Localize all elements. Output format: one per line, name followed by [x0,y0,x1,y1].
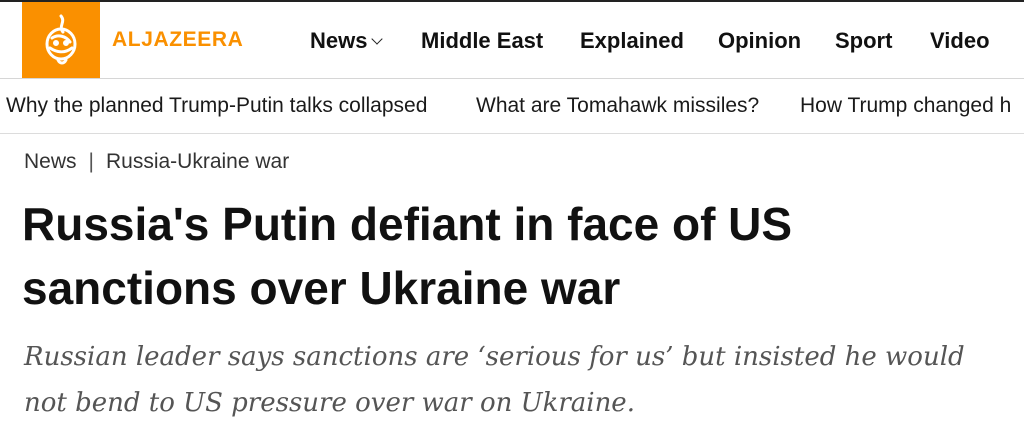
trending-link[interactable]: Why the planned Trump-Putin talks collap… [6,94,427,118]
nav-news[interactable]: News [310,28,384,54]
breadcrumb-news[interactable]: News [24,150,77,173]
trending-link[interactable]: How Trump changed h [800,94,1011,118]
nav-explained[interactable]: Explained [580,28,684,54]
brand-name[interactable]: ALJAZEERA [112,28,243,52]
headline-line: Russia's Putin defiant in face of US [22,198,793,250]
subhead-line: not bend to US pressure over war on Ukra… [24,388,635,418]
aljazeera-logo-icon [45,14,77,65]
nav-opinion[interactable]: Opinion [718,28,801,54]
logo[interactable] [22,2,100,78]
breadcrumb: News | Russia-Ukraine war [24,150,289,174]
site-header: ALJAZEERA News Middle East Explained Opi… [0,2,1024,79]
subhead-line: Russian leader says sanctions are ‘serio… [24,342,965,372]
trending-bar: Why the planned Trump-Putin talks collap… [0,79,1024,134]
breadcrumb-separator: | [88,150,94,173]
nav-news-label: News [310,28,368,53]
article-headline: Russia's Putin defiant in face of US san… [22,192,1012,320]
breadcrumb-topic[interactable]: Russia-Ukraine war [106,150,289,173]
nav-sport[interactable]: Sport [835,28,892,54]
article-subheadline: Russian leader says sanctions are ‘serio… [24,334,1014,426]
headline-line: sanctions over Ukraine war [22,262,621,314]
nav-middle-east[interactable]: Middle East [421,28,543,54]
nav-video[interactable]: Video [930,28,990,54]
trending-link[interactable]: What are Tomahawk missiles? [476,94,759,118]
chevron-down-icon [371,33,384,45]
